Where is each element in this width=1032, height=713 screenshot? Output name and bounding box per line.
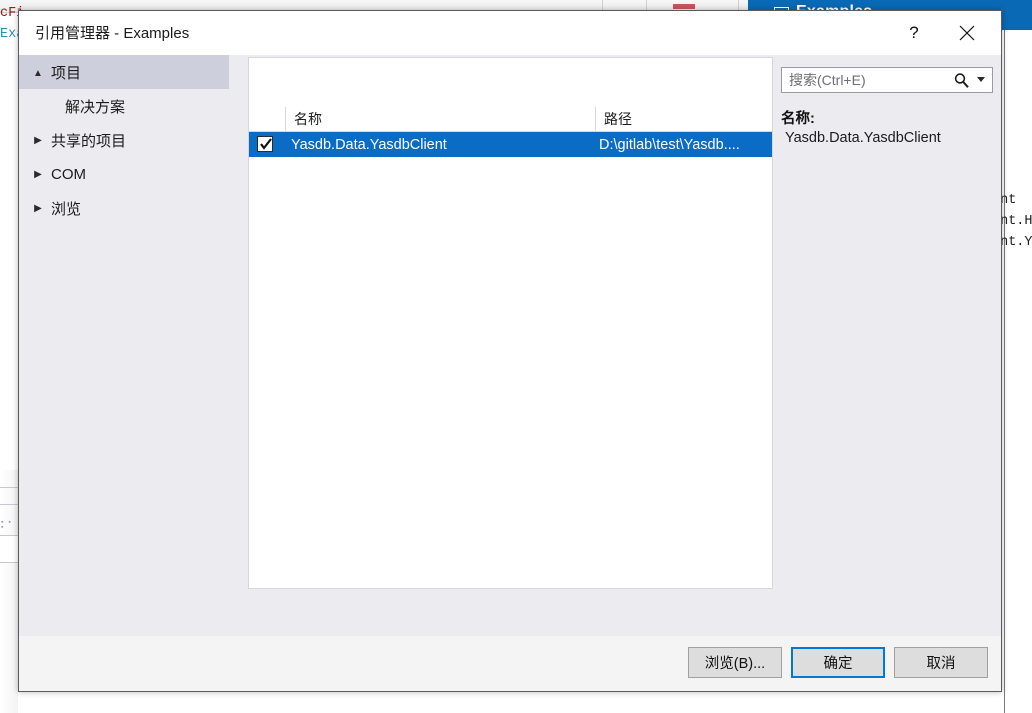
magnifier-icon — [954, 72, 969, 88]
row-name: Yasdb.Data.YasdbClient — [291, 136, 447, 153]
tree-item-solution[interactable]: 解决方案 — [19, 89, 229, 123]
dialog-title: 引用管理器 - Examples — [35, 25, 190, 42]
tree-item-label: 浏览 — [51, 200, 82, 218]
reference-list[interactable]: 名称 路径 Yasdb.Data.YasdbClient D:\gitlab\t… — [248, 57, 773, 589]
reference-manager-dialog: 引用管理器 - Examples ? ▲ 项目 解决方案 ▶ 共享的项目 ▶ C… — [18, 10, 1002, 692]
column-header-path[interactable]: 路径 — [595, 107, 772, 131]
triangle-right-icon: ▶ — [34, 168, 42, 180]
cancel-button-label: 取消 — [926, 656, 956, 672]
ok-button[interactable]: 确定 — [791, 647, 885, 678]
table-row[interactable]: Yasdb.Data.YasdbClient D:\gitlab\test\Ya… — [249, 132, 772, 157]
check-icon — [260, 138, 272, 150]
question-mark-icon: ? — [909, 23, 919, 42]
chevron-down-icon[interactable] — [977, 77, 985, 82]
dialog-content: ▲ 项目 解决方案 ▶ 共享的项目 ▶ COM ▶ 浏览 名称 路径 Yasdb… — [19, 55, 1001, 636]
triangle-right-icon: ▶ — [34, 134, 42, 146]
column-header-name[interactable]: 名称 — [285, 107, 595, 131]
screen: ◢ Examples cFi Exa ent ent.H ent.Y ▪ ▪ ▪… — [0, 0, 1032, 713]
row-checkbox[interactable] — [257, 136, 273, 152]
tree-item-label: 解决方案 — [65, 98, 126, 116]
close-button[interactable] — [944, 11, 990, 55]
detail-name-label: 名称: — [781, 111, 815, 127]
tree-item-shared-projects[interactable]: ▶ 共享的项目 — [19, 123, 229, 157]
panel-divider — [0, 487, 18, 488]
toolbar-swatch — [673, 4, 695, 9]
detail-panel: 名称: Yasdb.Data.YasdbClient — [773, 55, 1001, 636]
panel-divider — [0, 562, 18, 563]
panel-divider — [0, 504, 18, 505]
dialog-footer: 浏览(B)... 确定 取消 — [19, 636, 1001, 691]
dialog-titlebar: 引用管理器 - Examples ? — [19, 11, 1001, 55]
row-path: D:\gitlab\test\Yasdb.... — [599, 136, 740, 153]
tree-item-projects[interactable]: ▲ 项目 — [19, 55, 229, 89]
panel-band — [0, 536, 18, 562]
detail-name-value: Yasdb.Data.YasdbClient — [785, 130, 941, 146]
tree-item-label: COM — [51, 165, 86, 183]
drag-handle[interactable]: ▪ ▪ ▪ — [1, 519, 17, 531]
background-editor-pane — [1005, 30, 1032, 713]
detail-body: 名称: Yasdb.Data.YasdbClient — [781, 107, 995, 632]
close-icon — [959, 25, 975, 41]
triangle-right-icon: ▶ — [34, 202, 42, 214]
category-tree: ▲ 项目 解决方案 ▶ 共享的项目 ▶ COM ▶ 浏览 — [19, 55, 229, 636]
browse-button[interactable]: 浏览(B)... — [688, 647, 782, 678]
search-box[interactable] — [781, 67, 993, 93]
ok-button-label: 确定 — [823, 656, 853, 672]
tree-item-com[interactable]: ▶ COM — [19, 157, 229, 191]
list-header: 名称 路径 — [249, 107, 772, 132]
tree-item-label: 项目 — [51, 64, 82, 82]
triangle-down-icon: ▲ — [33, 67, 43, 79]
browse-button-label: 浏览(B)... — [704, 656, 766, 672]
search-icon[interactable] — [952, 71, 970, 89]
search-input[interactable] — [782, 68, 952, 92]
tree-item-browse[interactable]: ▶ 浏览 — [19, 191, 229, 225]
cancel-button[interactable]: 取消 — [894, 647, 988, 678]
background-editor-border — [1004, 30, 1005, 713]
background-left-panel — [0, 470, 18, 713]
help-button[interactable]: ? — [891, 11, 937, 55]
reference-list-panel: 名称 路径 Yasdb.Data.YasdbClient D:\gitlab\t… — [229, 55, 773, 636]
tree-item-label: 共享的项目 — [51, 132, 127, 150]
column-header-check[interactable] — [249, 107, 285, 131]
